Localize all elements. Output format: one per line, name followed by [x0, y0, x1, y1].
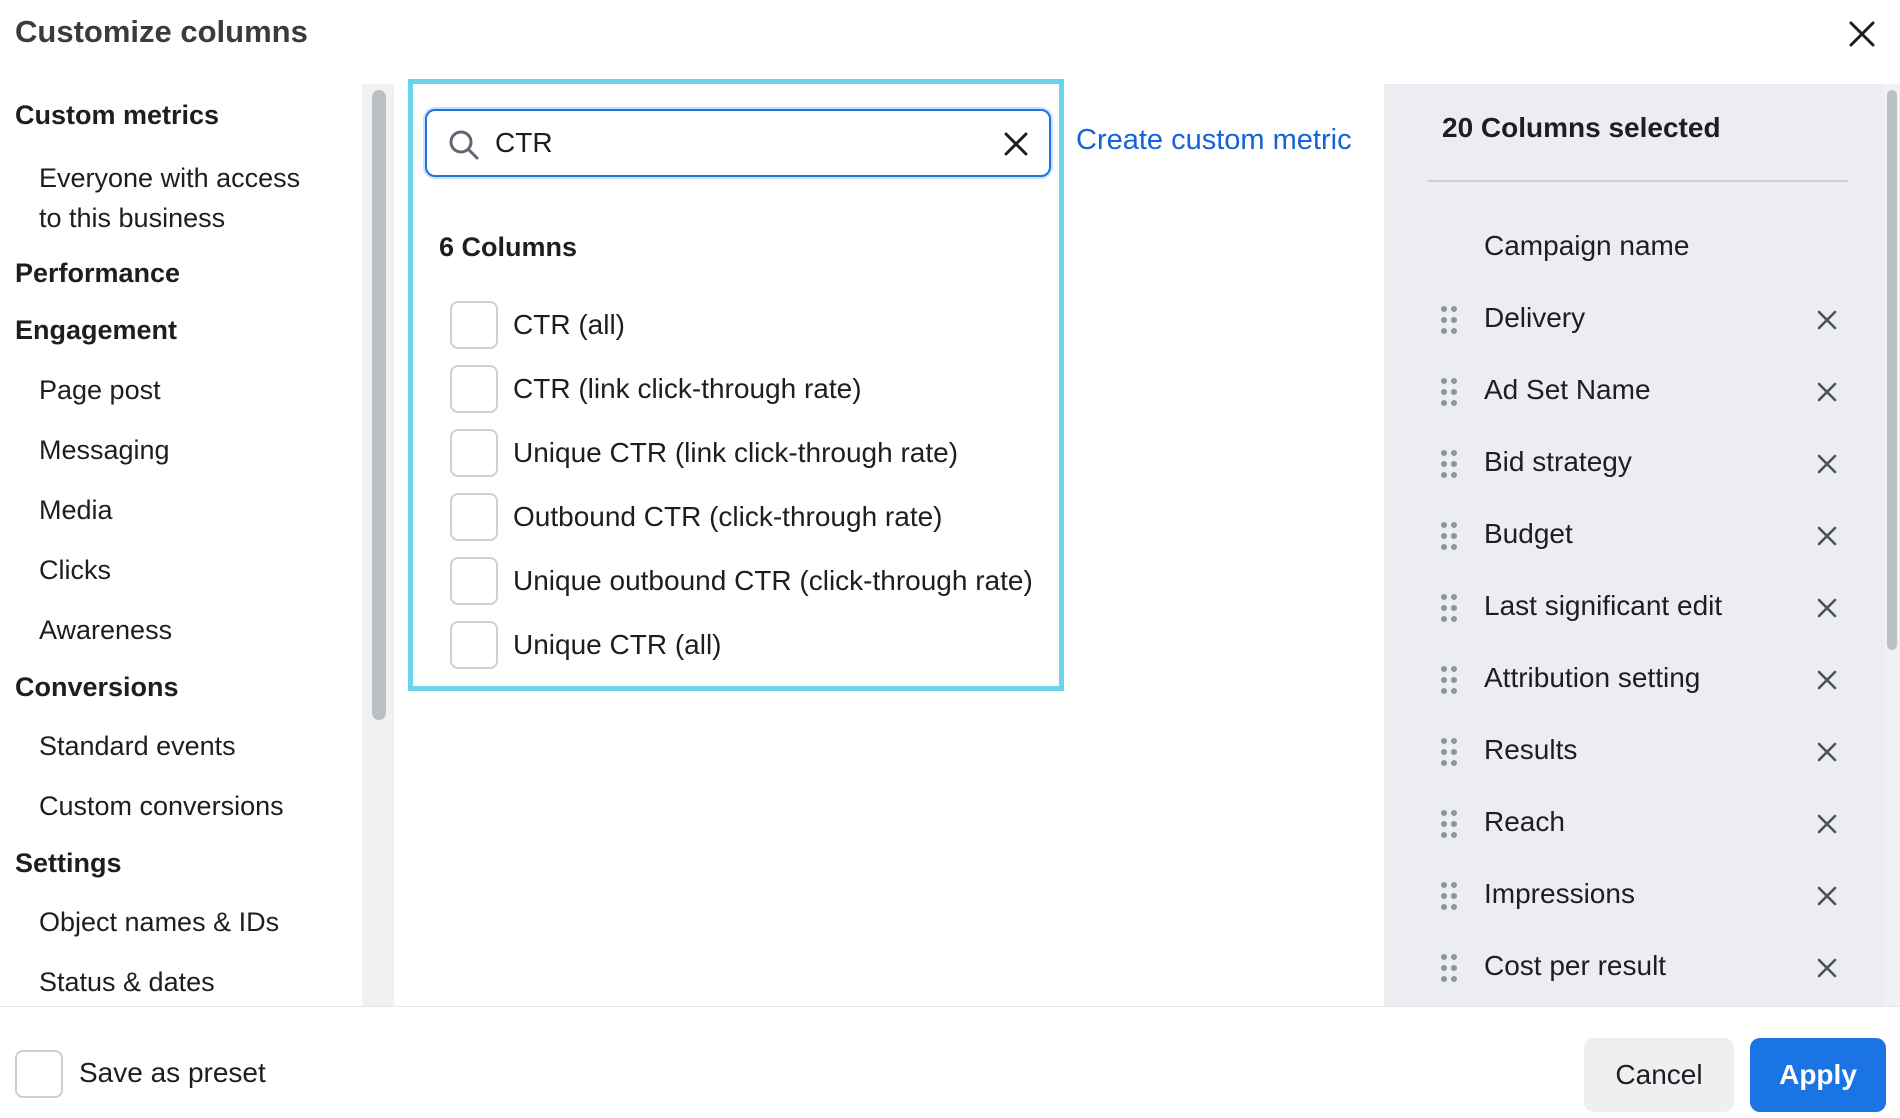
nav-item-standard-events[interactable]: Standard events [39, 726, 236, 766]
result-label: Unique outbound CTR (click-through rate) [513, 565, 1033, 596]
checkbox[interactable] [450, 429, 498, 477]
search-input[interactable] [495, 121, 975, 165]
remove-icon[interactable] [1812, 449, 1842, 479]
selected-column-label: Delivery [1484, 302, 1586, 333]
nav-heading-settings[interactable]: Settings [15, 848, 122, 879]
divider [1428, 180, 1848, 182]
nav-item-clicks[interactable]: Clicks [39, 550, 111, 590]
save-preset-checkbox[interactable] [15, 1050, 63, 1098]
nav-heading-performance[interactable]: Performance [15, 258, 180, 289]
remove-icon[interactable] [1812, 521, 1842, 551]
nav-heading-conversions[interactable]: Conversions [15, 672, 179, 703]
remove-icon[interactable] [1812, 593, 1842, 623]
selected-column-fixed: Campaign name [1384, 221, 1884, 275]
checkbox[interactable] [450, 557, 498, 605]
selected-columns-panel: 20 Columns selected Campaign name Delive… [1384, 84, 1884, 1006]
nav-item-media[interactable]: Media [39, 490, 113, 530]
drag-handle-icon[interactable] [1440, 521, 1458, 551]
create-custom-metric-link[interactable]: Create custom metric [1076, 124, 1352, 157]
drag-handle-icon[interactable] [1440, 809, 1458, 839]
selected-column-row[interactable]: Bid strategy [1384, 437, 1884, 491]
result-label: Unique CTR (all) [513, 629, 722, 660]
drag-handle-icon[interactable] [1440, 881, 1458, 911]
remove-icon[interactable] [1812, 953, 1842, 983]
result-item-unique-ctr-all[interactable]: Unique CTR (all) [450, 621, 722, 669]
selected-column-label: Cost per result [1484, 950, 1667, 981]
checkbox[interactable] [450, 365, 498, 413]
selected-column-row[interactable]: Reach [1384, 797, 1884, 851]
drag-handle-icon[interactable] [1440, 737, 1458, 767]
selected-column-label: Attribution setting [1484, 662, 1701, 693]
selected-column-label: Campaign name [1484, 230, 1690, 261]
result-item-outbound-ctr[interactable]: Outbound CTR (click-through rate) [450, 493, 943, 541]
result-item-unique-ctr-link[interactable]: Unique CTR (link click-through rate) [450, 429, 958, 477]
drag-handle-icon[interactable] [1440, 665, 1458, 695]
nav-item-everyone-with-access[interactable]: Everyone with access to this business [39, 158, 300, 238]
remove-icon[interactable] [1812, 881, 1842, 911]
nav-item-custom-conversions[interactable]: Custom conversions [39, 786, 284, 826]
cancel-button[interactable]: Cancel [1584, 1038, 1734, 1112]
category-nav: Custom metrics Everyone with access to t… [0, 84, 360, 1006]
drag-handle-icon[interactable] [1440, 449, 1458, 479]
nav-item-object-names-ids[interactable]: Object names & IDs [39, 902, 279, 942]
right-scrollbar-thumb[interactable] [1887, 90, 1897, 650]
result-label: Outbound CTR (click-through rate) [513, 501, 943, 532]
drag-handle-icon[interactable] [1440, 305, 1458, 335]
selected-column-label: Ad Set Name [1484, 374, 1651, 405]
nav-item-messaging[interactable]: Messaging [39, 430, 170, 470]
result-label: CTR (all) [513, 309, 625, 340]
result-item-unique-outbound-ctr[interactable]: Unique outbound CTR (click-through rate) [450, 557, 1033, 605]
checkbox[interactable] [450, 621, 498, 669]
remove-icon[interactable] [1812, 305, 1842, 335]
selected-column-label: Impressions [1484, 878, 1635, 909]
selected-column-label: Last significant edit [1484, 590, 1723, 621]
checkbox[interactable] [450, 493, 498, 541]
nav-item-label-line1: Everyone with access [39, 163, 301, 193]
selected-column-row[interactable]: Cost per result [1384, 941, 1884, 995]
nav-item-page-post[interactable]: Page post [39, 370, 161, 410]
result-count: 6 Columns [439, 232, 578, 262]
remove-icon[interactable] [1812, 737, 1842, 767]
selected-column-label: Results [1484, 734, 1578, 765]
selected-column-row[interactable]: Attribution setting [1384, 653, 1884, 707]
search-field[interactable] [425, 109, 1051, 177]
remove-icon[interactable] [1812, 665, 1842, 695]
result-label: Unique CTR (link click-through rate) [513, 437, 959, 468]
remove-icon[interactable] [1812, 377, 1842, 407]
search-results-panel: 6 Columns CTR (all) CTR (link click-thro… [408, 79, 1064, 691]
apply-button[interactable]: Apply [1750, 1038, 1886, 1112]
close-icon[interactable] [1842, 14, 1882, 54]
nav-item-status-dates[interactable]: Status & dates [39, 962, 215, 1002]
nav-heading-custom-metrics[interactable]: Custom metrics [15, 100, 219, 131]
selected-column-row[interactable]: Last significant edit [1384, 581, 1884, 635]
drag-handle-icon[interactable] [1440, 377, 1458, 407]
selected-column-row[interactable]: Delivery [1384, 293, 1884, 347]
selected-column-row[interactable]: Budget [1384, 509, 1884, 563]
save-preset-label[interactable]: Save as preset [79, 1057, 266, 1089]
selected-column-label: Budget [1484, 518, 1573, 549]
selected-column-label: Reach [1484, 806, 1565, 837]
result-item-ctr-all[interactable]: CTR (all) [450, 301, 625, 349]
result-item-ctr-link[interactable]: CTR (link click-through rate) [450, 365, 862, 413]
nav-item-label-line2: to this business [39, 203, 226, 233]
nav-heading-engagement[interactable]: Engagement [15, 315, 177, 346]
checkbox[interactable] [450, 301, 498, 349]
nav-item-awareness[interactable]: Awareness [39, 610, 172, 650]
selected-count: 20 Columns selected [1442, 112, 1721, 143]
remove-icon[interactable] [1812, 809, 1842, 839]
clear-icon[interactable] [997, 125, 1035, 163]
search-icon [447, 128, 481, 162]
drag-handle-icon[interactable] [1440, 953, 1458, 983]
left-scrollbar-thumb[interactable] [372, 90, 386, 720]
selected-column-label: Bid strategy [1484, 446, 1632, 477]
result-label: CTR (link click-through rate) [513, 373, 862, 404]
selected-column-row[interactable]: Results [1384, 725, 1884, 779]
dialog-header: Customize columns [0, 0, 1900, 70]
dialog-title: Customize columns [15, 14, 308, 49]
footer-divider [0, 1006, 1900, 1007]
selected-column-row[interactable]: Ad Set Name [1384, 365, 1884, 419]
drag-handle-icon[interactable] [1440, 593, 1458, 623]
selected-column-row[interactable]: Impressions [1384, 869, 1884, 923]
